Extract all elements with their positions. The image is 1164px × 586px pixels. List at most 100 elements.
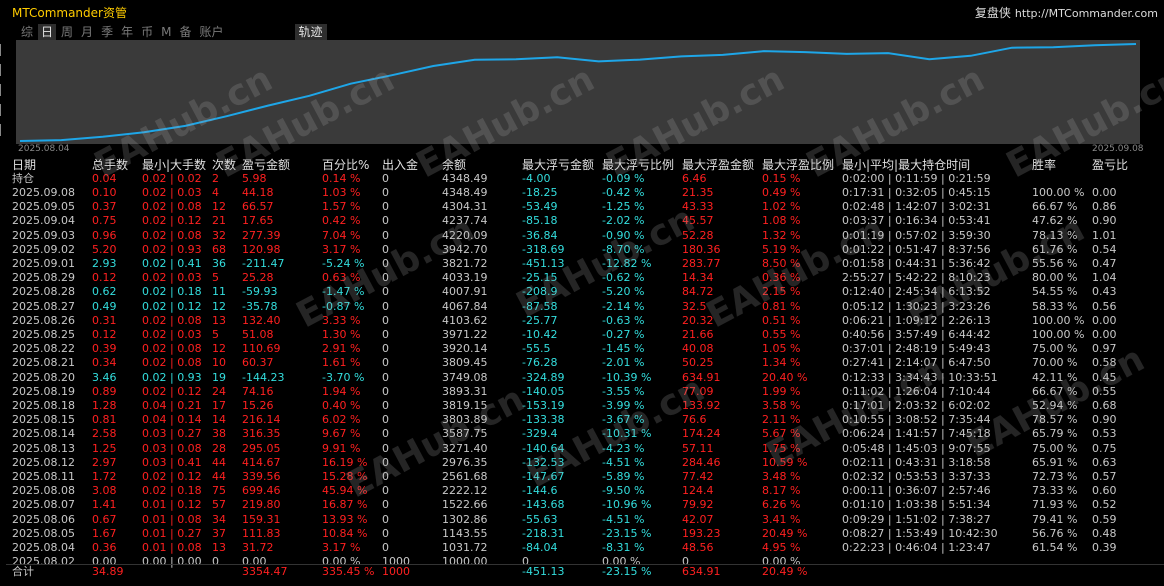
cell-total-lots: 34.89 [92, 565, 124, 578]
cell-max-profit-pct: 2.15 % [762, 285, 801, 299]
tab-5[interactable]: 年 [118, 24, 136, 40]
cell-deposit: 0 [382, 470, 389, 483]
cell-deposit: 0 [382, 228, 389, 242]
cell-min-max-lots: 0.02 | 0.41 [142, 257, 202, 270]
cell-date: 2025.08.28 [12, 285, 75, 299]
cell-hold-time: 0:01:22 | 0:51:47 | 8:37:56 [842, 242, 991, 256]
website-link[interactable]: http://MTCommander.com [1015, 7, 1158, 20]
edge-mark [0, 64, 6, 76]
tab-4[interactable]: 季 [98, 24, 116, 40]
cell-max-profit-pct: 4.95 % [762, 541, 801, 554]
cell-balance: 1522.66 [442, 498, 488, 512]
tab-6[interactable]: 币 [138, 24, 156, 40]
tab-2[interactable]: 周 [58, 24, 76, 40]
cell-max-profit: 32.5 [682, 299, 707, 313]
cell-total-lots: 0.37 [92, 200, 117, 214]
cell-pl-ratio: 0.52 [1092, 498, 1117, 512]
table-row: 2025.08.07 1.41 0.01 | 0.12 57 219.80 16.87 %… [12, 498, 1162, 512]
tab-track[interactable]: 轨迹 [294, 24, 327, 40]
cell-hold-time: 0:00:11 | 0:36:07 | 2:57:46 [842, 484, 991, 498]
tab-7[interactable]: M [158, 24, 174, 40]
cell-count: 12 [212, 200, 226, 214]
cell-min-max-lots: 0.02 | 0.03 [142, 271, 202, 285]
cell-pct: -5.24 % [322, 257, 365, 270]
cell-date: 2025.08.14 [12, 427, 75, 441]
cell-max-profit: 21.35 [682, 186, 714, 199]
cell-hold-time: 0:11:02 | 1:26:04 | 7:10:44 [842, 384, 991, 398]
cell-max-dd-pct: -23.15 % [602, 526, 652, 540]
tab-9[interactable]: 账户 [196, 24, 226, 40]
cell-max-dd-pct: -0.42 % [602, 186, 645, 199]
cell-pl-ratio: 0.59 [1092, 512, 1117, 526]
cell-date: 2025.08.15 [12, 413, 75, 427]
period-tabs: 综日周月季年币 M 备账户 轨迹 [18, 24, 329, 40]
tab-0[interactable]: 综 [18, 24, 36, 40]
cell-pnl: 25.28 [242, 271, 274, 285]
cell-deposit: 0 [382, 242, 389, 256]
cell-hold-time: 0:12:33 | 3:34:43 | 10:33:51 [842, 370, 998, 384]
cell-max-dd: -25.15 [522, 271, 558, 285]
tab-3[interactable]: 月 [78, 24, 96, 40]
cell-win-rate: 55.56 % [1032, 257, 1078, 270]
cell-max-profit-pct: 3.41 % [762, 512, 801, 526]
cell-max-dd: -153.19 [522, 399, 565, 412]
cell-pl-ratio: 0.86 [1092, 200, 1117, 214]
tab-8[interactable]: 备 [176, 24, 194, 40]
cell-max-dd: -53.49 [522, 200, 558, 214]
cell-hold-time: 0:01:10 | 1:03:38 | 5:51:34 [842, 498, 991, 512]
cell-count: 12 [212, 299, 226, 313]
cell-pl-ratio: 0.54 [1092, 242, 1117, 256]
cell-max-dd-pct: -0.63 % [602, 313, 645, 327]
cell-count: 13 [212, 541, 226, 554]
cell-count: 5 [212, 271, 219, 285]
cell-max-profit-pct: 20.49 % [762, 565, 808, 578]
cell-max-profit: 20.32 [682, 313, 714, 327]
cell-pl-ratio: 1.04 [1092, 271, 1117, 285]
cell-pct: 7.04 % [322, 228, 361, 242]
cell-balance: 2222.12 [442, 484, 488, 498]
table-header-row: 日期 总手数 最小|大手数 次数 盈亏金额 百分比% 出入金 余额 最大浮亏金额 最大浮亏比例 最大… [12, 158, 1162, 172]
cell-max-dd-pct: -5.89 % [602, 470, 645, 483]
cell-date: 2025.08.04 [12, 541, 75, 554]
edge-mark [0, 104, 6, 116]
cell-min-max-lots: 0.02 | 0.93 [142, 242, 202, 256]
cell-pnl: 316.35 [242, 427, 281, 441]
cell-hold-time: 0:09:29 | 1:51:02 | 7:38:27 [842, 512, 991, 526]
cell-date: 2025.08.21 [12, 356, 75, 370]
cell-count: 21 [212, 214, 226, 228]
cell-max-profit: 57.11 [682, 441, 714, 455]
cell-hold-time: 0:22:23 | 0:46:04 | 1:23:47 [842, 541, 991, 554]
cell-balance: 4033.19 [442, 271, 488, 285]
tab-1[interactable]: 日 [38, 24, 57, 40]
cell-total-lots: 1.28 [92, 399, 117, 412]
cell-win-rate: 58.33 % [1032, 299, 1078, 313]
cell-date: 2025.08.19 [12, 384, 75, 398]
left-edge-strip [0, 0, 6, 586]
cell-pct: 1.61 % [322, 356, 361, 370]
cell-pl-ratio: 0.97 [1092, 342, 1117, 356]
cell-count: 10 [212, 356, 226, 370]
cell-max-profit: 284.46 [682, 455, 721, 469]
cell-count: 37 [212, 526, 226, 540]
cell-max-dd: -10.42 [522, 328, 558, 341]
cell-max-dd-pct: -10.96 % [602, 498, 652, 512]
cell-max-profit: 14.34 [682, 271, 714, 285]
cell-pl-ratio: 0.45 [1092, 370, 1117, 384]
cell-max-profit: 76.6 [682, 413, 707, 427]
cell-total-lots: 0.96 [92, 228, 117, 242]
cell-deposit: 0 [382, 484, 389, 498]
cell-total-lots: 0.12 [92, 328, 117, 341]
cell-count: 24 [212, 384, 226, 398]
cell-pl-ratio: 0.00 [1092, 328, 1117, 341]
cell-pl-ratio: 0.56 [1092, 299, 1117, 313]
cell-hold-time: 0:17:01 | 2:03:32 | 6:02:02 [842, 399, 991, 412]
cell-max-dd-pct: -9.50 % [602, 484, 645, 498]
cell-deposit: 0 [382, 427, 389, 441]
table-row: 2025.08.28 0.62 0.02 | 0.18 11 -59.93 -1.47 %… [12, 285, 1162, 299]
cell-balance: 3971.22 [442, 328, 488, 341]
cell-balance: 4220.09 [442, 228, 488, 242]
cell-pnl: 339.56 [242, 470, 281, 483]
cell-total-lots: 0.04 [92, 172, 117, 185]
cell-min-max-lots: 0.01 | 0.12 [142, 498, 202, 512]
cell-balance: 3821.72 [442, 257, 488, 270]
